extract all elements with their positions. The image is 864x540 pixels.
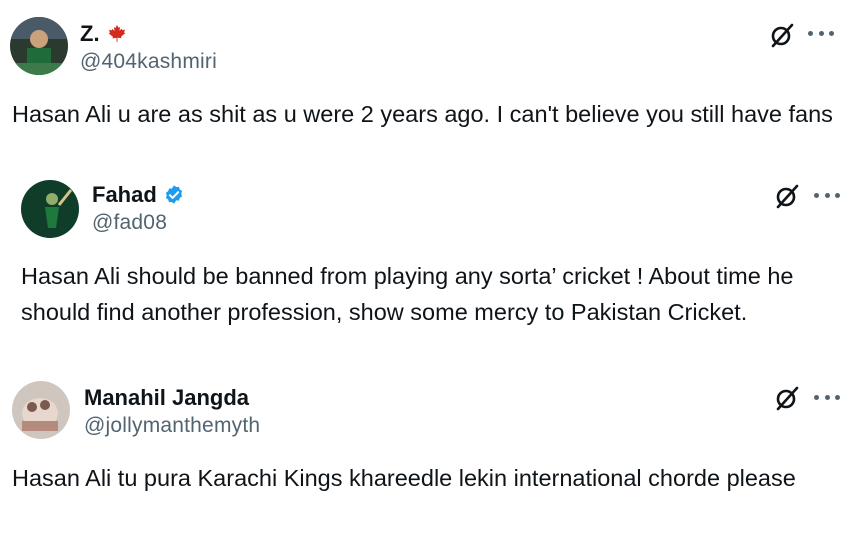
tweet-text: Hasan Ali should be banned from playing … xyxy=(21,263,794,325)
display-name-line[interactable]: Fahad xyxy=(92,182,185,208)
avatar[interactable] xyxy=(21,180,79,238)
canada-flag-icon xyxy=(108,24,125,42)
display-name[interactable]: Manahil Jangda xyxy=(84,385,249,411)
tweet-text: Hasan Ali u are as shit as u were 2 year… xyxy=(12,101,833,127)
display-name-line[interactable]: Z. xyxy=(80,21,128,47)
more-options-icon[interactable] xyxy=(814,190,840,200)
handle[interactable]: @404kashmiri xyxy=(80,50,217,74)
more-options-icon[interactable] xyxy=(814,392,840,402)
tweet-2[interactable]: Fahad @fad08 Hasan Ali should be banned … xyxy=(0,170,864,370)
tweet-text: Hasan Ali tu pura Karachi Kings khareedl… xyxy=(12,465,796,491)
more-options-icon[interactable] xyxy=(808,28,834,38)
handle[interactable]: @fad08 xyxy=(92,211,167,235)
verified-icon xyxy=(165,185,182,204)
tweet-3[interactable]: Manahil Jangda @jollymanthemyth Hasan Al… xyxy=(0,370,864,540)
display-name-line[interactable]: Manahil Jangda xyxy=(84,385,249,411)
tweet-1[interactable]: Z. @404kashmiri Hasan Ali u are as shit … xyxy=(0,0,864,170)
display-name[interactable]: Fahad xyxy=(92,182,157,208)
avatar[interactable] xyxy=(10,17,68,75)
grok-icon[interactable] xyxy=(772,383,802,413)
grok-icon[interactable] xyxy=(772,181,802,211)
avatar[interactable] xyxy=(12,381,70,439)
display-name[interactable]: Z. xyxy=(80,21,100,47)
grok-icon[interactable] xyxy=(767,20,797,50)
handle[interactable]: @jollymanthemyth xyxy=(84,414,260,438)
